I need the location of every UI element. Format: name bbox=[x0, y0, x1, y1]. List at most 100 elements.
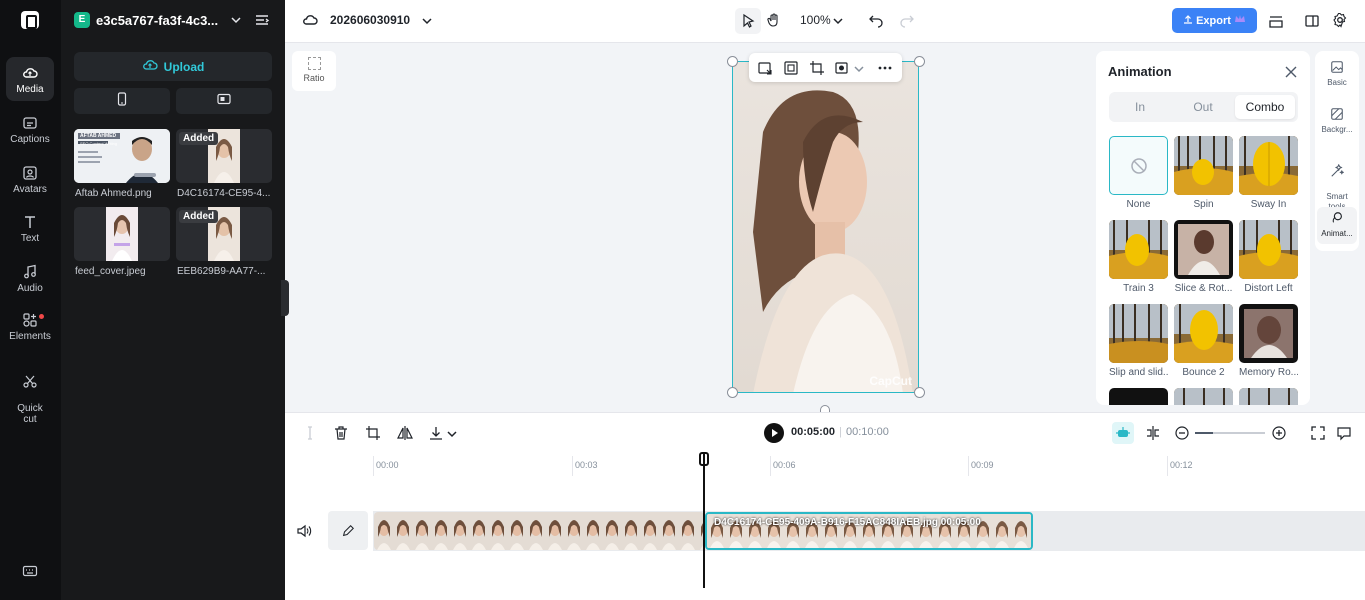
media-thumb-d4c16174[interactable]: Added bbox=[176, 129, 272, 183]
panel-collapse-handle[interactable] bbox=[281, 280, 289, 316]
animation-train-3[interactable]: Train 3 bbox=[1109, 220, 1168, 294]
split-view-icon[interactable] bbox=[1304, 13, 1320, 29]
tab-combo[interactable]: Combo bbox=[1235, 95, 1295, 119]
rail-item-text[interactable]: Text bbox=[6, 214, 54, 244]
chevron-down-icon[interactable] bbox=[419, 13, 435, 29]
capcut-logo-icon[interactable] bbox=[21, 11, 39, 29]
download-icon[interactable] bbox=[428, 425, 444, 441]
animation-tabs: In Out Combo bbox=[1109, 92, 1298, 122]
animation-slice-rotate[interactable]: Slice & Rot... bbox=[1174, 220, 1233, 294]
close-icon[interactable] bbox=[1283, 64, 1299, 80]
crop-icon[interactable] bbox=[365, 425, 381, 441]
tab-out[interactable]: Out bbox=[1173, 95, 1233, 119]
chevron-down-icon[interactable] bbox=[830, 13, 846, 29]
comment-icon[interactable] bbox=[1336, 425, 1352, 441]
resize-handle-tr[interactable] bbox=[914, 56, 925, 67]
clip-a[interactable] bbox=[374, 512, 704, 550]
undo-icon[interactable] bbox=[868, 12, 884, 28]
mask-icon[interactable] bbox=[834, 60, 850, 76]
added-badge: Added bbox=[179, 132, 219, 145]
prop-animation[interactable]: Animat... bbox=[1317, 207, 1357, 244]
flip-icon[interactable] bbox=[397, 425, 413, 441]
gear-icon[interactable] bbox=[1332, 12, 1348, 28]
redo-icon[interactable] bbox=[899, 12, 915, 28]
animation-none[interactable]: None bbox=[1109, 136, 1168, 210]
more-options-icon[interactable] bbox=[877, 60, 893, 76]
rail-item-quick-cut[interactable]: Quick cut bbox=[6, 362, 54, 425]
canvas-preview[interactable]: CapCut bbox=[732, 61, 919, 393]
animation-slip-and-slide[interactable]: Slip and slid... bbox=[1109, 304, 1168, 378]
hand-tool-icon[interactable] bbox=[766, 12, 782, 28]
layers-icon[interactable] bbox=[1268, 13, 1284, 29]
cloud-sync-icon[interactable] bbox=[302, 12, 318, 28]
playhead[interactable] bbox=[703, 452, 705, 588]
chevron-down-icon[interactable] bbox=[444, 426, 457, 442]
partial-thumb bbox=[1174, 388, 1233, 405]
keyboard-shortcuts-button[interactable] bbox=[6, 563, 54, 579]
animation-label: Memory Ro... bbox=[1239, 367, 1298, 378]
project-header[interactable]: E e3c5a767-fa3f-4c3... bbox=[74, 11, 274, 29]
rail-item-captions[interactable]: Captions bbox=[6, 115, 54, 145]
project-title[interactable]: 202606030910 bbox=[330, 13, 410, 27]
chevron-down-icon[interactable] bbox=[228, 12, 244, 28]
replace-image-icon[interactable] bbox=[757, 60, 773, 76]
zoom-in-icon[interactable] bbox=[1271, 425, 1287, 441]
animation-distort-left[interactable]: Distort Left bbox=[1239, 220, 1298, 294]
resize-handle-bl[interactable] bbox=[727, 387, 738, 398]
prop-smart-tools[interactable]: Smart tools bbox=[1317, 154, 1357, 211]
frame-icon[interactable] bbox=[783, 60, 799, 76]
export-button[interactable]: Export bbox=[1172, 8, 1257, 33]
resize-handle-br[interactable] bbox=[914, 387, 925, 398]
cloud-media-icon bbox=[22, 65, 38, 81]
media-thumb-aftab[interactable]: AFTAB AHMED SEO Content Writing bbox=[74, 129, 170, 183]
animation-icon bbox=[1332, 212, 1342, 223]
ratio-button[interactable]: Ratio bbox=[292, 51, 336, 91]
media-thumb-eeb629b9[interactable]: Added bbox=[176, 207, 272, 261]
split-cursor-icon[interactable] bbox=[302, 425, 318, 441]
ratio-label: Ratio bbox=[303, 73, 325, 83]
volume-icon[interactable] bbox=[296, 523, 312, 539]
phone-upload-button[interactable] bbox=[74, 88, 170, 114]
top-bar: 202606030910 100% Export bbox=[285, 0, 1365, 43]
rail-item-elements[interactable]: Elements bbox=[6, 312, 54, 342]
ratio-icon bbox=[307, 57, 321, 70]
upload-button[interactable]: Upload bbox=[74, 52, 272, 81]
crown-icon bbox=[1234, 14, 1246, 27]
prop-background[interactable]: Backgr... bbox=[1317, 107, 1357, 139]
animation-bounce-2[interactable]: Bounce 2 bbox=[1174, 304, 1233, 378]
list-menu-icon[interactable] bbox=[254, 12, 270, 28]
animation-spin[interactable]: Spin bbox=[1174, 136, 1233, 210]
animation-item-partial[interactable] bbox=[1239, 388, 1298, 405]
zoom-out-icon[interactable] bbox=[1174, 425, 1190, 441]
none-thumb bbox=[1109, 136, 1168, 195]
media-thumb-feed-cover[interactable] bbox=[74, 207, 170, 261]
select-tool-button[interactable] bbox=[735, 8, 761, 34]
clip-b-selected[interactable]: D4C16174-CE95-409A-B916-F15AC848IAEB.jpg… bbox=[705, 512, 1033, 550]
tab-in[interactable]: In bbox=[1110, 95, 1170, 119]
resize-handle-tl[interactable] bbox=[727, 56, 738, 67]
partial-thumb bbox=[1109, 388, 1168, 405]
track-edit-button[interactable] bbox=[328, 511, 368, 550]
rail-item-avatars[interactable]: Avatars bbox=[6, 165, 54, 195]
zoom-level[interactable]: 100% bbox=[800, 13, 831, 27]
trash-icon[interactable] bbox=[333, 425, 349, 441]
screen-record-button[interactable] bbox=[176, 88, 272, 114]
animation-memory-roll[interactable]: Memory Ro... bbox=[1239, 304, 1298, 378]
crop-icon[interactable] bbox=[809, 60, 825, 76]
auto-snap-button[interactable] bbox=[1112, 422, 1134, 444]
magic-wand-icon bbox=[1331, 164, 1344, 177]
split-link-icon[interactable] bbox=[1145, 425, 1161, 441]
timeline-zoom-slider[interactable] bbox=[1195, 432, 1265, 434]
rail-item-media[interactable]: Media bbox=[6, 57, 54, 101]
animation-item-partial[interactable] bbox=[1109, 388, 1168, 405]
prop-basic[interactable]: Basic bbox=[1317, 60, 1357, 92]
fullscreen-icon[interactable] bbox=[1310, 425, 1326, 441]
train-3-thumb bbox=[1109, 220, 1168, 279]
play-button[interactable] bbox=[764, 423, 784, 443]
rail-item-audio[interactable]: Audio bbox=[6, 264, 54, 294]
cloud-upload-icon bbox=[142, 57, 158, 76]
media-panel: E e3c5a767-fa3f-4c3... Upload AFTAB AHME… bbox=[61, 0, 285, 600]
animation-sway-in[interactable]: Sway In bbox=[1239, 136, 1298, 210]
chevron-down-icon[interactable] bbox=[851, 61, 864, 77]
animation-item-partial[interactable] bbox=[1174, 388, 1233, 405]
